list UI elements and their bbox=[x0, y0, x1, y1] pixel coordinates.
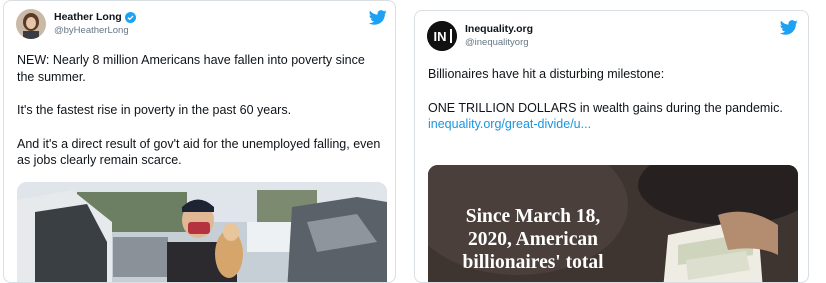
twitter-bird-icon[interactable] bbox=[369, 10, 387, 25]
tweet-paragraph: NEW: Nearly 8 million Americans have fal… bbox=[17, 53, 365, 84]
link-card-headline: Since March 18, 2020, American billionai… bbox=[428, 205, 638, 274]
twitter-bird-icon[interactable] bbox=[780, 20, 798, 35]
author-name[interactable]: Heather Long bbox=[54, 11, 122, 24]
author-name[interactable]: Inequality.org bbox=[465, 23, 533, 36]
author-handle[interactable]: @byHeatherLong bbox=[54, 24, 136, 37]
headline-line: Since March 18, bbox=[465, 206, 601, 227]
tweet-text: Billionaires have hit a disturbing miles… bbox=[428, 66, 798, 133]
headline-line: 2020, American bbox=[468, 229, 598, 250]
headline-line: billionaires' total bbox=[462, 252, 604, 273]
avatar[interactable] bbox=[16, 9, 46, 39]
tweet-paragraph: And it's a direct result of gov't aid fo… bbox=[17, 136, 381, 168]
verified-badge-icon bbox=[124, 12, 136, 23]
avatar-logo-text: IN bbox=[434, 29, 447, 44]
tweet-card-inequality-org[interactable]: IN Inequality.org @inequalityorg Billion… bbox=[414, 10, 809, 283]
tweet-text: NEW: Nearly 8 million Americans have fal… bbox=[17, 52, 385, 169]
tweet-paragraph: ONE TRILLION DOLLARS in wealth gains dur… bbox=[428, 100, 783, 115]
tweet-photo[interactable] bbox=[17, 182, 387, 282]
tweet-paragraph: Billionaires have hit a disturbing miles… bbox=[428, 67, 665, 81]
tweet-card-heather-long[interactable]: Heather Long @byHeatherLong NEW: Nearly … bbox=[3, 0, 396, 283]
tweet-header: IN Inequality.org @inequalityorg bbox=[427, 21, 533, 51]
tweet-link[interactable]: inequality.org/great-divide/u... bbox=[428, 116, 798, 133]
tweet-header: Heather Long @byHeatherLong bbox=[16, 9, 136, 39]
tweet-link-card-image[interactable]: Since March 18, 2020, American billionai… bbox=[428, 165, 798, 282]
tweet-paragraph: It's the fastest rise in poverty in the … bbox=[17, 103, 292, 117]
avatar[interactable]: IN bbox=[427, 21, 457, 51]
author-handle[interactable]: @inequalityorg bbox=[465, 36, 533, 49]
